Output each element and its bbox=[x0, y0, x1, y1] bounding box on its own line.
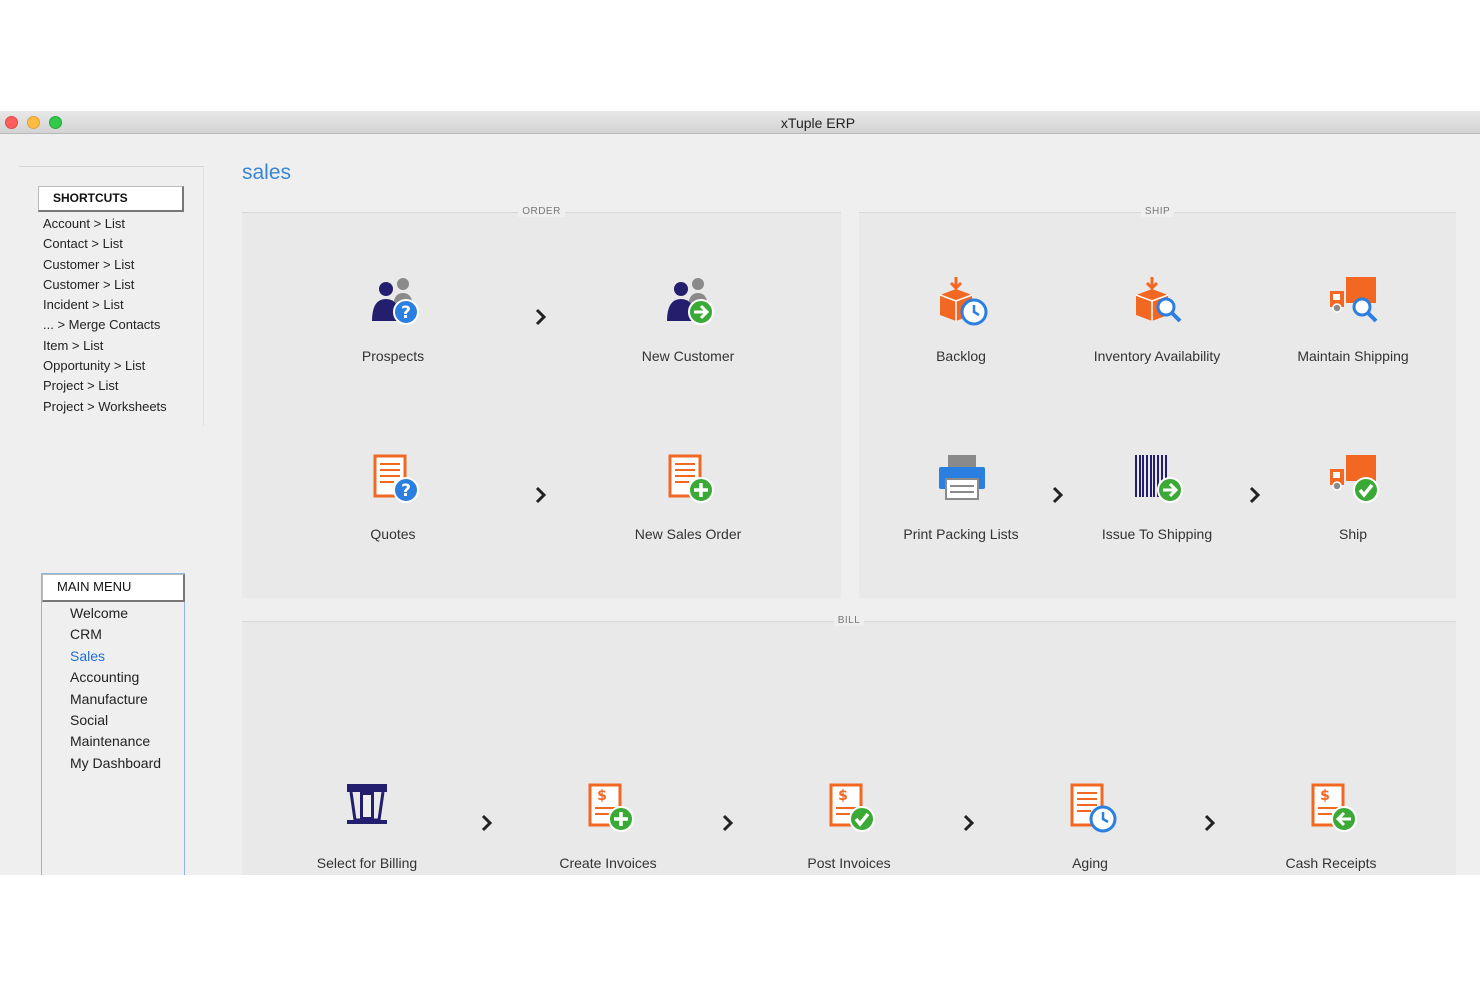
shortcut-customer-list[interactable]: Customer > List bbox=[43, 255, 167, 275]
menu-item-social[interactable]: Social bbox=[70, 710, 161, 731]
tile-quotes-label: Quotes bbox=[370, 526, 416, 542]
shortcuts-header: SHORTCUTS bbox=[38, 186, 184, 212]
box-clock-icon bbox=[939, 277, 988, 326]
chevron-right-icon bbox=[722, 814, 734, 832]
order-group-label: ORDER bbox=[518, 206, 565, 217]
tile-backlog[interactable]: Backlog bbox=[871, 275, 1051, 385]
truck-search-icon bbox=[1330, 277, 1378, 323]
chevron-right-icon bbox=[1052, 486, 1064, 504]
main-menu-panel: MAIN MENU Welcome CRM Sales Accounting M… bbox=[41, 573, 185, 875]
title-bar: xTuple ERP bbox=[0, 111, 1480, 134]
tile-select-for-billing[interactable]: Select for Billing bbox=[277, 782, 457, 875]
tile-create-invoices[interactable]: $ Create Invoices bbox=[518, 782, 698, 875]
invoice-back-arrow-icon: $ bbox=[1311, 783, 1357, 832]
menu-item-maintenance[interactable]: Maintenance bbox=[70, 731, 161, 752]
tile-print-packing-lists[interactable]: Print Packing Lists bbox=[871, 453, 1051, 563]
tile-prospects[interactable]: ? Prospects bbox=[303, 275, 483, 385]
invoice-plus-icon: $ bbox=[588, 783, 634, 832]
shortcut-incident-list[interactable]: Incident > List bbox=[43, 295, 167, 315]
document-plus-icon bbox=[668, 454, 714, 503]
chevron-right-icon bbox=[963, 814, 975, 832]
main-menu-header: MAIN MENU bbox=[42, 574, 185, 602]
svg-text:$: $ bbox=[1320, 788, 1330, 804]
chevron-right-icon bbox=[535, 308, 547, 326]
box-search-icon bbox=[1135, 277, 1182, 323]
shortcuts-panel: SHORTCUTS Account > List Contact > List … bbox=[19, 166, 204, 426]
barcode-arrow-icon bbox=[1135, 455, 1183, 503]
tile-print-packing-lists-label: Print Packing Lists bbox=[903, 526, 1019, 542]
shortcut-contact-list[interactable]: Contact > List bbox=[43, 234, 167, 254]
page-title: sales bbox=[242, 161, 292, 184]
main-menu-list: Welcome CRM Sales Accounting Manufacture… bbox=[70, 603, 161, 774]
tile-select-for-billing-label: Select for Billing bbox=[316, 855, 418, 871]
svg-text:$: $ bbox=[838, 788, 848, 804]
menu-item-manufacture[interactable]: Manufacture bbox=[70, 689, 161, 710]
menu-item-sales[interactable]: Sales bbox=[70, 646, 161, 667]
svg-text:?: ? bbox=[401, 481, 411, 501]
truck-check-icon bbox=[1330, 455, 1379, 503]
invoice-check-icon: $ bbox=[829, 783, 875, 832]
menu-item-welcome[interactable]: Welcome bbox=[70, 603, 161, 624]
tile-aging[interactable]: Aging bbox=[1000, 782, 1180, 875]
chevron-right-icon bbox=[1204, 814, 1216, 832]
tile-new-customer[interactable]: New Customer bbox=[598, 275, 778, 385]
tile-cash-receipts[interactable]: $ Cash Receipts bbox=[1241, 782, 1421, 875]
shortcut-account-list[interactable]: Account > List bbox=[43, 214, 167, 234]
tile-ship[interactable]: Ship bbox=[1263, 453, 1443, 563]
people-add-arrow-icon bbox=[667, 278, 714, 325]
tile-new-customer-label: New Customer bbox=[641, 348, 735, 364]
shortcut-opportunity-list[interactable]: Opportunity > List bbox=[43, 356, 167, 376]
cash-register-icon bbox=[347, 784, 387, 824]
tile-aging-label: Aging bbox=[1072, 855, 1108, 871]
menu-item-accounting[interactable]: Accounting bbox=[70, 667, 161, 688]
shortcut-project-list[interactable]: Project > List bbox=[43, 376, 167, 396]
svg-text:$: $ bbox=[597, 788, 607, 804]
tile-maintain-shipping-label: Maintain Shipping bbox=[1297, 348, 1409, 364]
shortcut-project-worksheets[interactable]: Project > Worksheets bbox=[43, 397, 167, 417]
ship-group: SHIP Backlog Inventory Availability Main… bbox=[859, 206, 1456, 598]
tile-inventory-availability-label: Inventory Availability bbox=[1093, 348, 1221, 364]
tile-cash-receipts-label: Cash Receipts bbox=[1285, 855, 1377, 871]
tile-backlog-label: Backlog bbox=[936, 348, 986, 364]
order-group: ORDER ? Prospects New Customer ? Quotes … bbox=[242, 206, 841, 598]
tile-create-invoices-label: Create Invoices bbox=[559, 855, 657, 871]
svg-text:?: ? bbox=[401, 303, 411, 323]
chevron-right-icon bbox=[481, 814, 493, 832]
printer-icon bbox=[939, 455, 985, 500]
tile-maintain-shipping[interactable]: Maintain Shipping bbox=[1263, 275, 1443, 385]
shortcut-merge-contacts[interactable]: ... > Merge Contacts bbox=[43, 315, 167, 335]
document-clock-icon bbox=[1070, 783, 1117, 833]
bill-group: BILL Select for Billing $ Create Invoice… bbox=[242, 615, 1456, 875]
chevron-right-icon bbox=[1249, 486, 1261, 504]
tile-prospects-label: Prospects bbox=[361, 348, 425, 364]
document-question-icon: ? bbox=[373, 454, 419, 503]
tile-post-invoices[interactable]: $ Post Invoices bbox=[759, 782, 939, 875]
menu-item-my-dashboard[interactable]: My Dashboard bbox=[70, 753, 161, 774]
tile-issue-to-shipping[interactable]: Issue To Shipping bbox=[1067, 453, 1247, 563]
tile-issue-to-shipping-label: Issue To Shipping bbox=[1101, 526, 1213, 542]
tile-post-invoices-label: Post Invoices bbox=[807, 855, 891, 871]
tile-quotes[interactable]: ? Quotes bbox=[303, 453, 483, 563]
tile-ship-label: Ship bbox=[1338, 526, 1368, 542]
menu-item-crm[interactable]: CRM bbox=[70, 624, 161, 645]
tile-new-sales-order-label: New Sales Order bbox=[634, 526, 742, 542]
chevron-right-icon bbox=[535, 486, 547, 504]
people-question-icon: ? bbox=[372, 278, 419, 325]
bill-group-label: BILL bbox=[833, 615, 865, 626]
shortcut-customer-list-2[interactable]: Customer > List bbox=[43, 275, 167, 295]
tile-inventory-availability[interactable]: Inventory Availability bbox=[1067, 275, 1247, 385]
window-title: xTuple ERP bbox=[780, 115, 856, 131]
shortcut-item-list[interactable]: Item > List bbox=[43, 336, 167, 356]
app-window: xTuple ERP SHORTCUTS Account > List Cont… bbox=[0, 111, 1480, 875]
shortcuts-list: Account > List Contact > List Customer >… bbox=[43, 214, 167, 417]
ship-group-label: SHIP bbox=[1140, 206, 1175, 217]
tile-new-sales-order[interactable]: New Sales Order bbox=[598, 453, 778, 563]
